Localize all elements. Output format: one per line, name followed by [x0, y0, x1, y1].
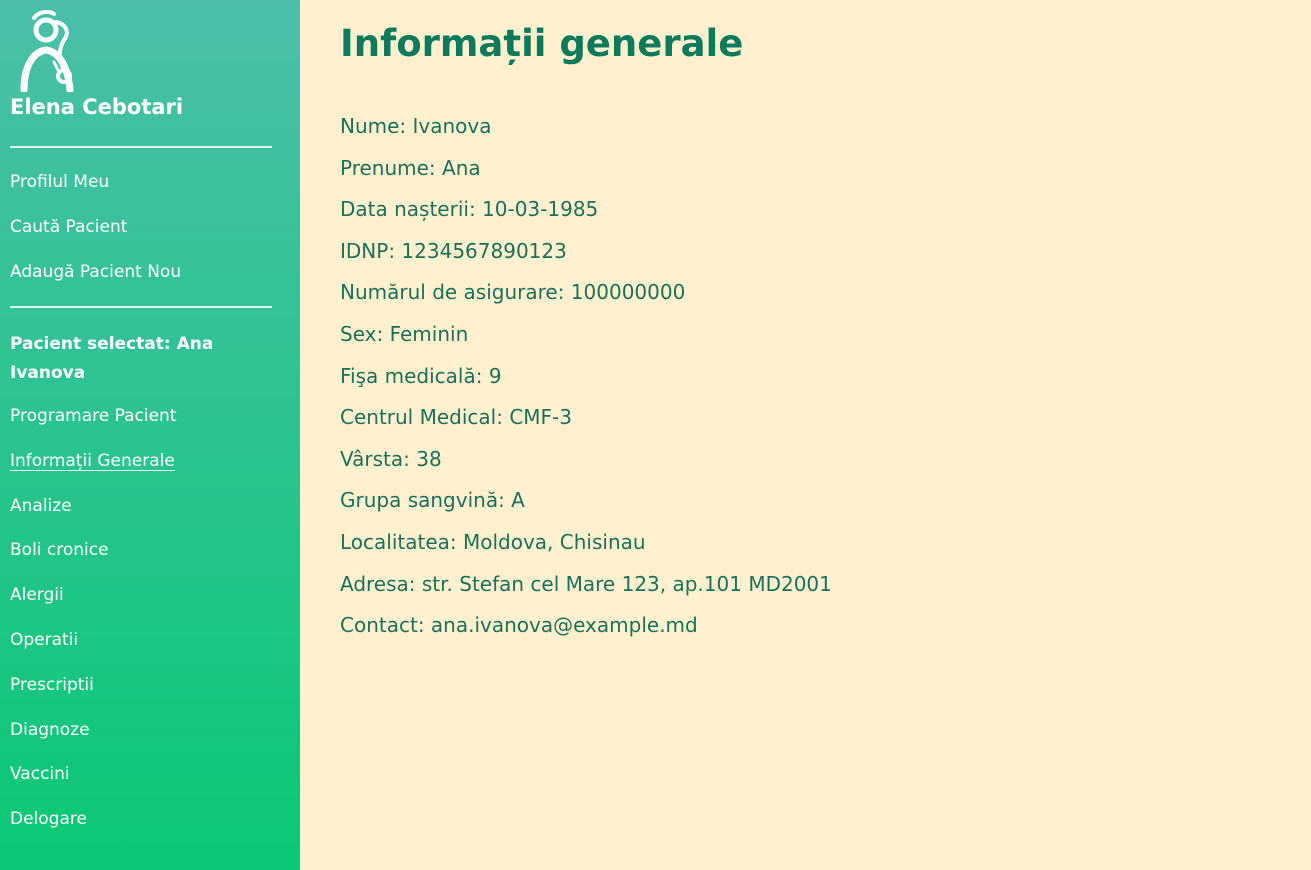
- nav-prescriptii[interactable]: Prescriptii: [10, 675, 94, 695]
- info-localitatea: Localitatea: Moldova, Chisinau: [340, 529, 646, 554]
- patient-info-list: Nume: Ivanova Prenume: Ana Data nașterii…: [340, 112, 832, 653]
- sidebar-divider: [10, 306, 272, 308]
- doctor-stethoscope-icon[interactable]: [18, 9, 84, 94]
- nav-delogare[interactable]: Delogare: [10, 809, 87, 829]
- sidebar-divider: [10, 146, 272, 148]
- info-adresa: Adresa: str. Stefan cel Mare 123, ap.101…: [340, 571, 832, 596]
- nav-informatii-generale[interactable]: Informații Generale: [10, 451, 175, 471]
- info-grupa-sangvina: Grupa sangvină: A: [340, 488, 525, 513]
- nav-operatii[interactable]: Operatii: [10, 630, 78, 650]
- info-varsta: Vârsta: 38: [340, 446, 442, 471]
- nav-programare-pacient[interactable]: Programare Pacient: [10, 406, 177, 426]
- nav-alergii[interactable]: Alergii: [10, 585, 64, 605]
- main-content: Informații generale Nume: Ivanova Prenum…: [300, 0, 1311, 870]
- doctor-name: Elena Cebotari: [10, 95, 184, 119]
- info-fisa-medicala: Fişa medicală: 9: [340, 363, 502, 388]
- selected-patient-label: Pacient selectat: Ana Ivanova: [10, 334, 214, 383]
- nav-analize[interactable]: Analize: [10, 496, 72, 516]
- info-centrul-medical: Centrul Medical: CMF-3: [340, 405, 572, 430]
- info-sex: Sex: Feminin: [340, 321, 469, 346]
- nav-profilul-meu[interactable]: Profilul Meu: [10, 172, 109, 192]
- info-nume: Nume: Ivanova: [340, 114, 492, 138]
- page-title: Informații generale: [340, 22, 744, 65]
- nav-cauta-pacient[interactable]: Caută Pacient: [10, 217, 127, 237]
- nav-diagnoze[interactable]: Diagnoze: [10, 720, 90, 740]
- info-contact: Contact: ana.ivanova@example.md: [340, 613, 698, 638]
- info-idnp: IDNP: 1234567890123: [340, 238, 567, 263]
- sidebar: Elena Cebotari Profilul Meu Caută Pacien…: [0, 0, 300, 870]
- nav-adauga-pacient-nou[interactable]: Adaugă Pacient Nou: [10, 262, 181, 282]
- nav-boli-cronice[interactable]: Boli cronice: [10, 540, 109, 560]
- info-prenume: Prenume: Ana: [340, 155, 481, 180]
- info-data-nasterii: Data nașterii: 10-03-1985: [340, 197, 599, 222]
- app: Elena Cebotari Profilul Meu Caută Pacien…: [0, 0, 1311, 870]
- nav-vaccini[interactable]: Vaccini: [10, 764, 70, 784]
- info-numar-asigurare: Numărul de asigurare: 100000000: [340, 280, 686, 305]
